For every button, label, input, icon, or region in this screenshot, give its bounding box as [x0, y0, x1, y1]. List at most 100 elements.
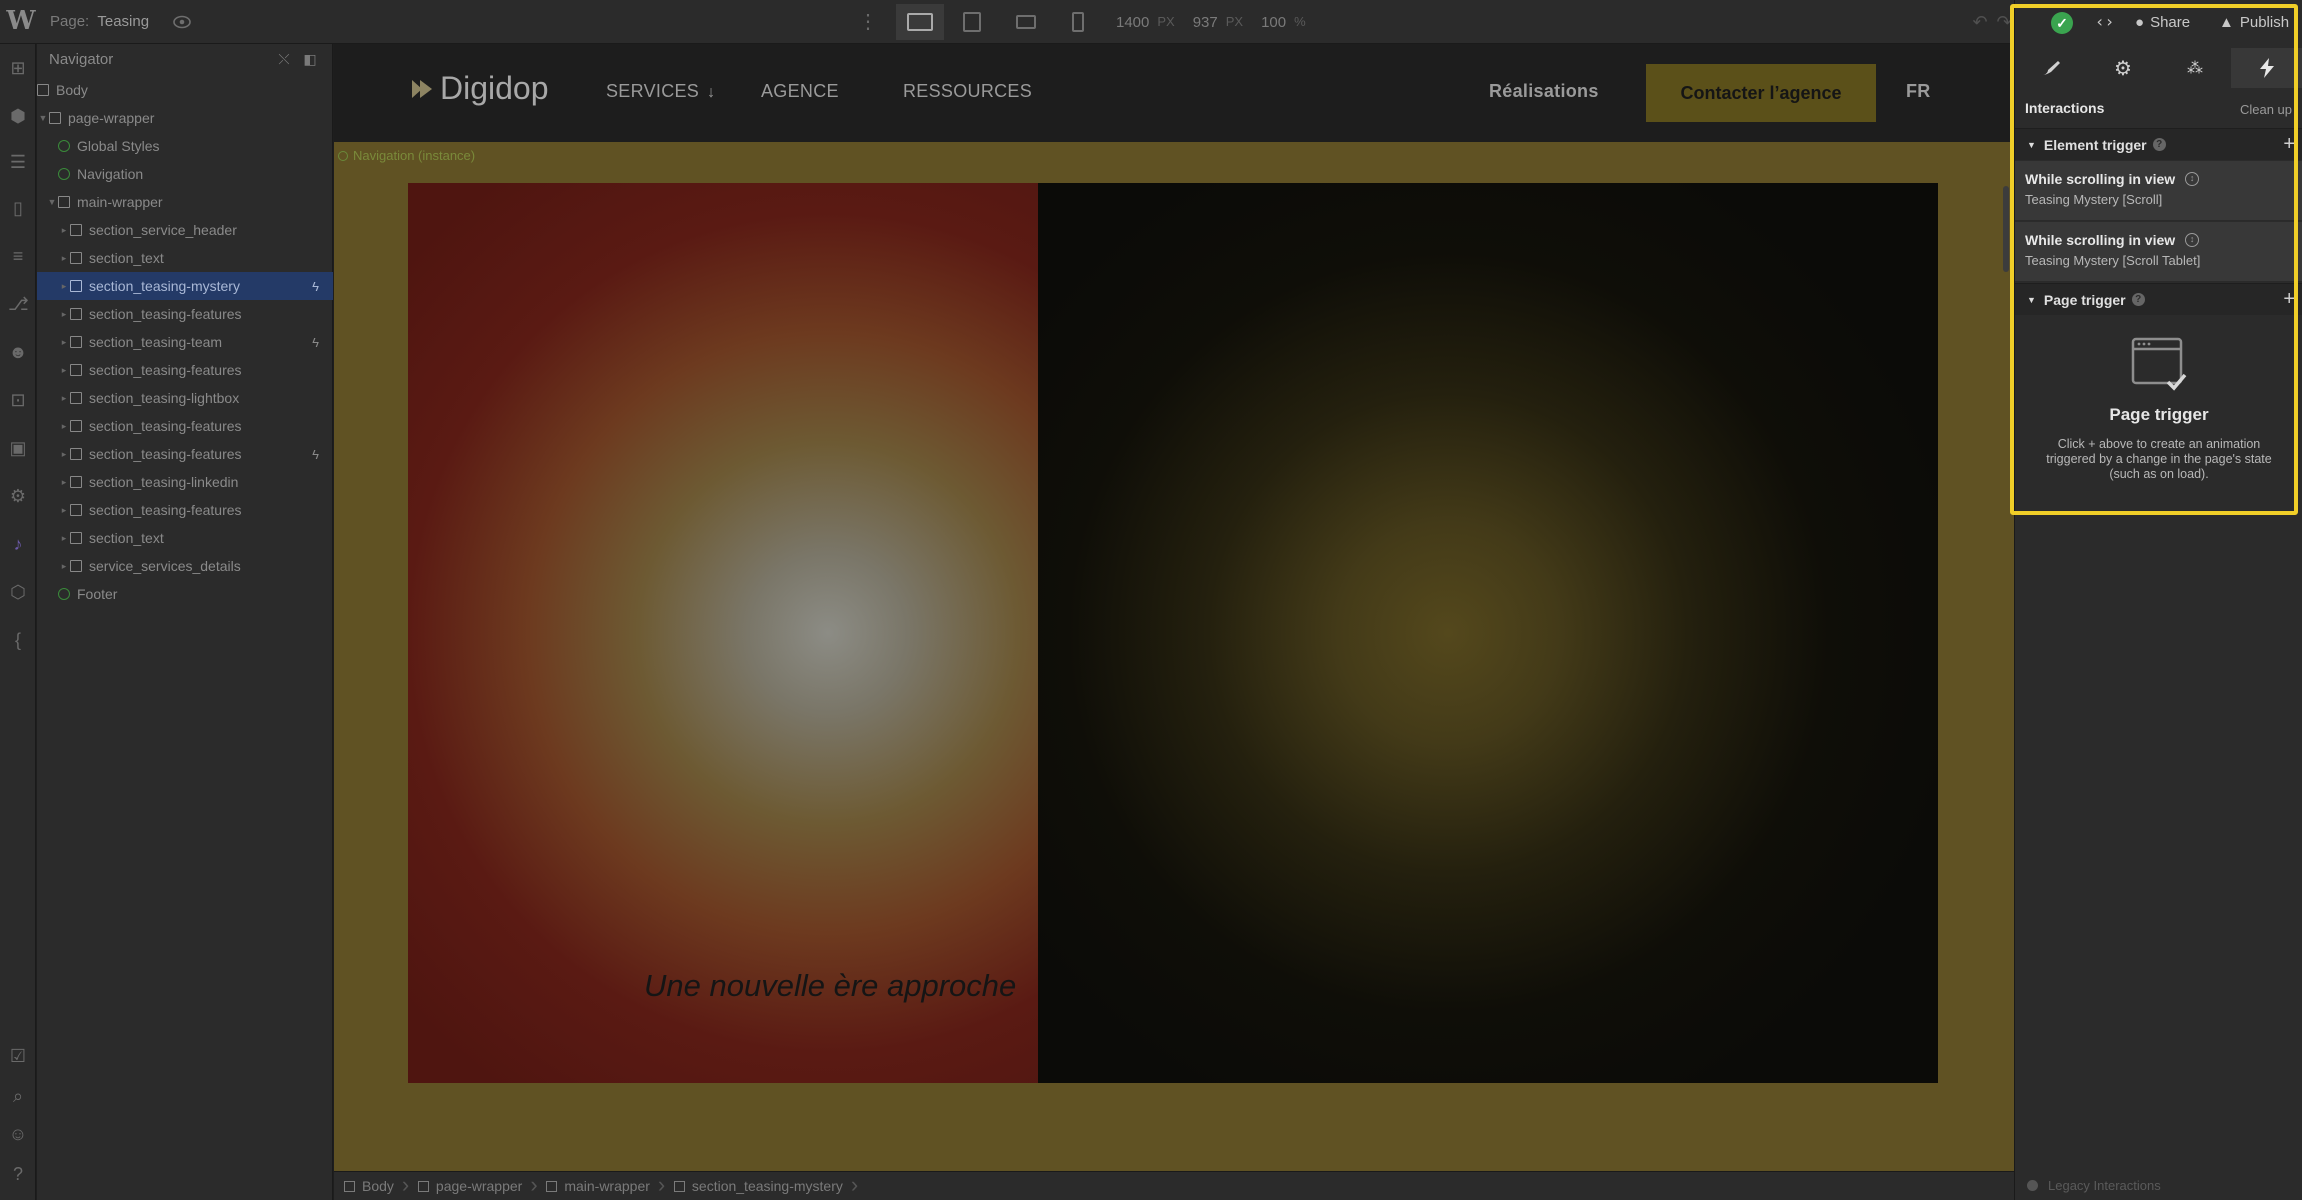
collapse-all-icon[interactable]: ⤬	[275, 50, 293, 68]
caret-right-icon[interactable]: ▸	[58, 505, 70, 516]
tree-item-section-service-header[interactable]: ▸ section_service_header	[37, 216, 333, 244]
tree-item-section-text[interactable]: ▸ section_text	[37, 524, 333, 552]
nav-link-agence[interactable]: AGENCE	[761, 81, 839, 102]
caret-right-icon[interactable]: ▸	[58, 393, 70, 404]
more-vertical-icon[interactable]: ⋮	[858, 9, 878, 35]
clean-up-button[interactable]: Clean up	[2240, 102, 2292, 117]
help-icon[interactable]: ?	[8, 1164, 28, 1184]
assets-icon[interactable]: ▣	[8, 438, 28, 458]
tablet-landscape-breakpoint-button[interactable]	[1002, 4, 1050, 40]
caret-right-icon[interactable]: ▸	[58, 337, 70, 348]
tree-item-section-text[interactable]: ▸ section_text	[37, 244, 333, 272]
publish-button[interactable]: ▲ Publish	[2219, 14, 2289, 31]
language-switch[interactable]: FR	[1906, 81, 1931, 102]
width-value[interactable]: 1400	[1116, 14, 1149, 31]
tree-item-section-teasing-linkedin[interactable]: ▸ section_teasing-linkedin	[37, 468, 333, 496]
search-icon[interactable]: ⌕	[8, 1086, 28, 1106]
caret-down-icon[interactable]: ▼	[37, 113, 49, 123]
tab-style[interactable]	[2015, 48, 2087, 88]
components-icon[interactable]: ⬢	[8, 106, 28, 126]
caret-right-icon[interactable]: ▸	[58, 281, 70, 292]
breadcrumb-page-wrapper[interactable]: page-wrapper ›	[408, 1172, 538, 1200]
caret-right-icon[interactable]: ▸	[58, 449, 70, 460]
add-element-trigger-button[interactable]: +	[2283, 133, 2295, 156]
caret-right-icon[interactable]: ▸	[58, 477, 70, 488]
audit-check-icon[interactable]: ☑	[8, 1046, 28, 1066]
breadcrumb-section-teasing-mystery[interactable]: section_teasing-mystery ›	[664, 1172, 858, 1200]
caret-down-icon[interactable]: ▼	[46, 197, 58, 207]
desktop-star-breakpoint-button[interactable]	[896, 4, 944, 40]
caret-right-icon[interactable]: ▸	[58, 533, 70, 544]
users-icon[interactable]: ☻	[8, 342, 28, 362]
caret-right-icon[interactable]: ▸	[58, 253, 70, 264]
tab-interactions[interactable]	[2231, 48, 2302, 88]
tab-settings[interactable]: ⚙	[2087, 48, 2159, 88]
caret-down-icon[interactable]: ▼	[2027, 140, 2036, 150]
tree-item-page-wrapper[interactable]: ▼ page-wrapper	[37, 104, 333, 132]
element-trigger-item[interactable]: While scrolling in view ↕ Teasing Mystery…	[2015, 222, 2302, 282]
caret-down-icon[interactable]: ▼	[2027, 295, 2036, 305]
code-icon[interactable]: ‹›	[2095, 12, 2114, 31]
caret-right-icon[interactable]: ▸	[58, 225, 70, 236]
tree-item-section-teasing-features[interactable]: ▸ section_teasing-features	[37, 412, 333, 440]
tab-style-manager[interactable]: ⁂	[2159, 48, 2231, 88]
redo-icon[interactable]: ↷	[1994, 12, 2014, 32]
pages-icon[interactable]: ▯	[8, 198, 28, 218]
cms-icon[interactable]: ≡	[8, 246, 28, 266]
tree-item-service-services-details[interactable]: ▸ service_services_details	[37, 552, 333, 580]
page-trigger-header[interactable]: ▼ Page trigger ? +	[2015, 283, 2302, 315]
mobile-breakpoint-button[interactable]	[1054, 4, 1102, 40]
webflow-logo[interactable]: W	[6, 6, 36, 36]
add-panel-icon[interactable]: ⊞	[8, 58, 28, 78]
breadcrumb-body[interactable]: Body ›	[334, 1172, 409, 1200]
share-button[interactable]: ● Share	[2135, 14, 2190, 31]
check-circle-icon[interactable]: ✓	[2051, 12, 2073, 34]
caret-right-icon[interactable]: ▸	[58, 365, 70, 376]
page-selector[interactable]: Page: Teasing	[50, 13, 149, 30]
desktop-breakpoint-button[interactable]	[948, 4, 996, 40]
logic-icon[interactable]: ⎇	[8, 294, 29, 314]
element-trigger-header[interactable]: ▼ Element trigger ? +	[2015, 128, 2302, 160]
tree-item-section-teasing-features[interactable]: ▸ section_teasing-features	[37, 496, 333, 524]
zoom-value[interactable]: 100	[1261, 14, 1286, 31]
site-navigation[interactable]: Digidop SERVICES ↓ AGENCE RESSOURCES Réal…	[334, 44, 2014, 142]
eye-icon[interactable]	[172, 13, 192, 31]
tree-item-section-teasing-lightbox[interactable]: ▸ section_teasing-lightbox	[37, 384, 333, 412]
ecommerce-icon[interactable]: ⊡	[8, 390, 28, 410]
contact-button[interactable]: Contacter l’agence	[1646, 64, 1876, 122]
help-icon[interactable]: ?	[2131, 293, 2145, 306]
tree-item-main-wrapper[interactable]: ▼ main-wrapper	[37, 188, 333, 216]
packages-icon[interactable]: ⬡	[8, 582, 28, 602]
brand-logo[interactable]: Digidop	[410, 70, 549, 107]
tree-item-body[interactable]: Body	[37, 76, 333, 104]
settings-icon[interactable]: ⚙	[8, 486, 28, 506]
nav-link-ressources[interactable]: RESSOURCES	[903, 81, 1032, 102]
tree-item-section-teasing-mystery[interactable]: ▸ section_teasing-mystery ϟ	[37, 272, 333, 300]
caret-right-icon[interactable]: ▸	[58, 561, 70, 572]
dock-panel-icon[interactable]: ◧	[301, 50, 319, 68]
undo-icon[interactable]: ↶	[1970, 12, 1990, 32]
height-value[interactable]: 937	[1193, 14, 1218, 31]
section-teasing-mystery[interactable]: Une nouvelle ère approche	[408, 183, 1938, 1083]
help-icon[interactable]: ?	[2152, 138, 2166, 151]
tree-item-section-teasing-features[interactable]: ▸ section_teasing-features	[37, 356, 333, 384]
tree-item-navigation[interactable]: Navigation	[37, 160, 333, 188]
caret-right-icon[interactable]: ▸	[58, 309, 70, 320]
canvas-scrollbar[interactable]	[2003, 186, 2009, 272]
apps-icon[interactable]: ♪	[8, 534, 28, 554]
nav-link-realisations[interactable]: Réalisations	[1489, 81, 1599, 102]
element-trigger-item[interactable]: While scrolling in view ↕ Teasing Mystery…	[2015, 161, 2302, 221]
legacy-interactions-toggle[interactable]: Legacy Interactions	[2027, 1178, 2161, 1193]
add-page-trigger-button[interactable]: +	[2283, 288, 2295, 311]
design-canvas[interactable]: Digidop SERVICES ↓ AGENCE RESSOURCES Réal…	[334, 44, 2014, 1171]
tree-item-section-teasing-team[interactable]: ▸ section_teasing-team ϟ	[37, 328, 333, 356]
tree-item-section-teasing-features[interactable]: ▸ section_teasing-features ϟ	[37, 440, 333, 468]
tree-item-global-styles[interactable]: Global Styles	[37, 132, 333, 160]
finsweet-icon[interactable]: {	[8, 630, 28, 650]
nav-link-services[interactable]: SERVICES ↓	[606, 81, 715, 102]
caret-right-icon[interactable]: ▸	[58, 421, 70, 432]
breadcrumb-main-wrapper[interactable]: main-wrapper ›	[536, 1172, 665, 1200]
tree-item-section-teasing-features[interactable]: ▸ section_teasing-features	[37, 300, 333, 328]
collaborators-icon[interactable]: ☺	[8, 1124, 28, 1144]
tree-item-footer[interactable]: Footer	[37, 580, 333, 608]
